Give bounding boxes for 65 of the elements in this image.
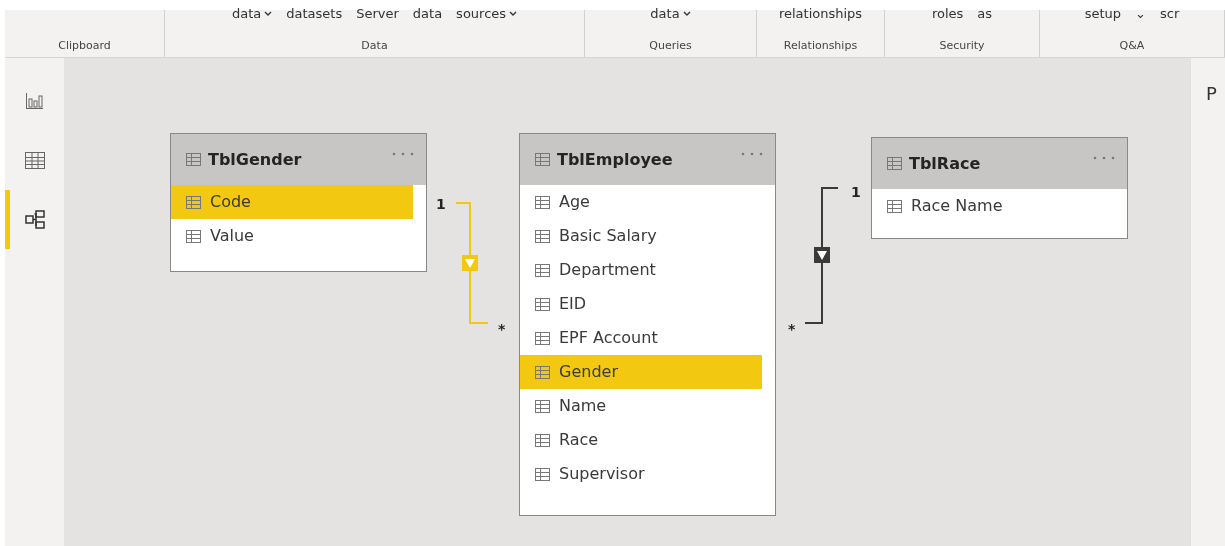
ribbon-button[interactable]: roles (931, 7, 964, 21)
table-grid-icon (23, 150, 46, 171)
ribbon-button[interactable]: as (977, 7, 993, 21)
model-diagram-icon (23, 209, 46, 230)
ribbon-button[interactable]: setup (1084, 7, 1122, 21)
ribbon-button[interactable]: data (412, 7, 443, 21)
relationship-line[interactable] (804, 187, 839, 324)
ribbon-button[interactable]: data (650, 7, 691, 21)
bar-chart-icon (23, 91, 46, 112)
field-row[interactable]: Name (520, 389, 762, 423)
ribbon-button[interactable]: datasets (286, 7, 343, 21)
field-row[interactable]: Race Name (872, 189, 1114, 223)
field-icon (887, 199, 902, 213)
field-row[interactable]: Department (520, 253, 762, 287)
ribbon-group-label: Queries (649, 37, 692, 54)
field-icon (535, 297, 550, 311)
chevron-down-icon (682, 11, 691, 17)
field-row[interactable]: Code (171, 185, 413, 219)
table-name: TblGender (208, 148, 302, 171)
ribbon-button[interactable]: sources (456, 7, 518, 21)
field-icon (535, 263, 550, 277)
field-icon (186, 229, 201, 243)
table-name: TblEmployee (557, 148, 673, 171)
table-icon (887, 157, 902, 170)
chevron-down-icon (509, 11, 518, 17)
one-cardinality-label: 1 (436, 196, 446, 212)
field-row[interactable]: Basic Salary (520, 219, 762, 253)
ribbon-button[interactable]: scr (1160, 7, 1180, 21)
ribbon-group-label: Security (939, 37, 985, 54)
pane-title: P (1206, 83, 1217, 104)
table-icon (535, 153, 550, 166)
one-cardinality-label: 1 (851, 184, 861, 200)
table-card[interactable]: TblRace Race Name (871, 137, 1128, 239)
field-icon (535, 195, 550, 209)
filter-direction-icon (462, 255, 478, 271)
field-icon (535, 433, 550, 447)
field-row[interactable]: EPF Account (520, 321, 762, 355)
ribbon-button[interactable]: Server (356, 7, 399, 21)
field-icon (535, 399, 550, 413)
many-cardinality-label: * (788, 321, 796, 337)
chevron-down-icon (264, 11, 273, 17)
field-row[interactable]: Gender (520, 355, 762, 389)
ribbon-group-label: Data (361, 37, 388, 54)
table-card[interactable]: TblEmployee Age Basic Salary Department EID EPF Account Gender Name Race Supervisor (519, 133, 776, 516)
field-icon (535, 229, 550, 243)
ribbon-button[interactable]: relationships (778, 7, 863, 21)
field-row[interactable]: EID (520, 287, 762, 321)
field-row[interactable]: Supervisor (520, 457, 762, 491)
ribbon-group-label: Clipboard (58, 37, 111, 54)
ribbon-group-label: Relationships (783, 37, 858, 54)
ribbon-group-label: Q&A (1119, 37, 1145, 54)
many-cardinality-label: * (498, 321, 506, 337)
ribbon-button[interactable]: data (231, 7, 273, 21)
table-name: TblRace (909, 152, 981, 175)
field-row[interactable]: Race (520, 423, 762, 457)
field-row[interactable]: Value (171, 219, 413, 253)
field-row[interactable]: Age (520, 185, 762, 219)
filter-direction-icon (814, 247, 830, 263)
field-icon (535, 467, 550, 481)
ribbon-button[interactable]: ⌄ (1135, 7, 1146, 21)
table-icon (186, 153, 201, 166)
field-icon (535, 365, 550, 379)
table-card[interactable]: TblGender Code Value (170, 133, 427, 272)
field-icon (535, 331, 550, 345)
field-icon (186, 195, 201, 209)
